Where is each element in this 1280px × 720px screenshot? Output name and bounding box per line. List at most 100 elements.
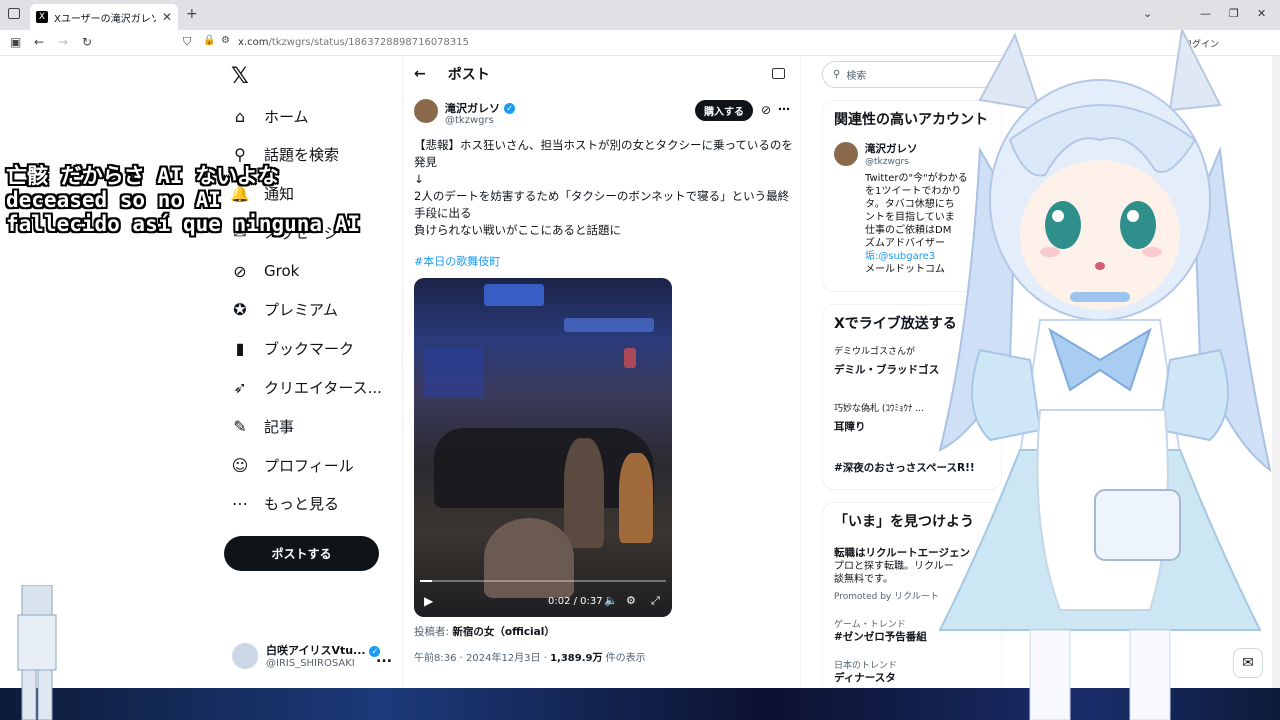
- grok-icon: ⊘: [233, 261, 247, 281]
- nav-grok[interactable]: ⊘ Grok: [230, 258, 299, 284]
- subtitle-line: fallecido así que ninguna AI: [6, 212, 361, 236]
- home-icon: ⌂: [234, 106, 246, 126]
- post-meta: 午前8:36 · 2024年12月3日 · 1,389.9万 件の表示: [414, 649, 646, 664]
- video-time: 0:02 / 0:37: [548, 596, 603, 607]
- nav-articles[interactable]: ✎ 記事: [230, 413, 294, 439]
- window-close-icon[interactable]: ✕: [1257, 7, 1266, 20]
- account-switcher[interactable]: 白咲アイリスVtu... ✓ @IRIS_SHIROSAKI: [232, 642, 381, 669]
- post-header: ← ポスト: [414, 64, 490, 84]
- nav-label: プロフィール: [264, 456, 354, 475]
- video-frame-person: [484, 518, 574, 598]
- video-player[interactable]: ▶ 0:02 / 0:37 🔈 ⚙ ⤢: [414, 278, 672, 617]
- video-frame-person: [619, 453, 653, 543]
- vtuber-avatar-illustration: [938, 30, 1272, 720]
- post-button[interactable]: ポストする: [224, 536, 379, 571]
- nav-premium[interactable]: ✪ プレミアム: [230, 296, 338, 322]
- nav-creator-studio[interactable]: ➶ クリエイタース...: [230, 374, 382, 400]
- nav-bookmarks[interactable]: ▮ ブックマーク: [230, 335, 354, 361]
- nav-label: ホーム: [264, 107, 309, 126]
- maximize-icon[interactable]: ❐: [1229, 7, 1239, 20]
- mini-character-illustration: [17, 585, 57, 720]
- tweet-line: ↓: [414, 172, 424, 186]
- author-handle[interactable]: @tkzwgrs: [445, 115, 494, 126]
- back-icon[interactable]: ←: [34, 35, 44, 49]
- tweet-line: 2人のデートを妨害するため「タクシーのボンネットで寝る」という最終: [414, 189, 790, 203]
- url-path: /tkzwgrs/status/1863728898716078315: [268, 37, 469, 48]
- avatar: [232, 642, 258, 669]
- browser-tabbar: X Xユーザーの滝沢ガレソさん:「【悲報】 ✕ + ⌄ — ❐ ✕: [0, 0, 1280, 30]
- tab-menu-chevron-icon[interactable]: ⌄: [1143, 7, 1152, 20]
- video-progress-bar[interactable]: [420, 580, 666, 582]
- related-avatar[interactable]: [834, 142, 858, 166]
- author-avatar[interactable]: [414, 99, 438, 123]
- rocket-icon: ➶: [233, 377, 247, 397]
- column-divider: [800, 56, 801, 720]
- settings-gear-icon[interactable]: ⚙: [626, 594, 636, 607]
- profile-icon: ☺: [231, 455, 249, 475]
- reader-view-icon[interactable]: [772, 68, 785, 79]
- sidebar-toggle-icon[interactable]: ▣: [10, 35, 21, 49]
- article-icon: ✎: [233, 416, 247, 436]
- nav-profile[interactable]: ☺ プロフィール: [230, 452, 354, 478]
- tab-title: Xユーザーの滝沢ガレソさん:「【悲報】: [54, 13, 156, 25]
- grok-explain-icon[interactable]: ⊘: [761, 103, 771, 117]
- shield-icon[interactable]: ⛉: [183, 35, 191, 49]
- live-host[interactable]: デミウルゴスさんが: [834, 344, 915, 357]
- trend-item[interactable]: ディナースタ: [834, 670, 896, 685]
- video-frame-person: [564, 438, 604, 548]
- account-more-icon[interactable]: ...: [376, 650, 392, 666]
- tweet-text: 【悲報】ホス狂いさん、担当ホストが別の女とタクシーに乗っているのを 発見 ↓ 2…: [414, 137, 794, 239]
- video-frame-light: [624, 348, 636, 368]
- lock-icon[interactable]: 🔒: [203, 35, 215, 46]
- subtitle-line: deceased so no AI: [6, 188, 221, 212]
- back-arrow-icon[interactable]: ←: [414, 66, 426, 82]
- nav-label: 話題を検索: [264, 145, 340, 164]
- tab-close-icon[interactable]: ✕: [162, 10, 172, 24]
- browser-tab[interactable]: X Xユーザーの滝沢ガレソさん:「【悲報】 ✕: [30, 4, 178, 30]
- nav-more[interactable]: ⋯ もっと見る: [230, 490, 339, 516]
- trend-item[interactable]: #ゼンゼロ予告番組: [834, 629, 927, 644]
- forward-icon[interactable]: →: [58, 35, 68, 49]
- video-frame-light: [484, 284, 544, 306]
- search-placeholder: 検索: [846, 71, 867, 82]
- more-options-icon[interactable]: ⋯: [778, 102, 790, 116]
- buy-button[interactable]: 購入する: [695, 100, 753, 121]
- ad-body: 談無料です。: [834, 574, 893, 585]
- post-timestamp[interactable]: 午前8:36 · 2024年12月3日 ·: [414, 653, 550, 664]
- poster-name[interactable]: 新宿の女（official）: [452, 626, 554, 638]
- premium-badge-icon: ✪: [233, 299, 247, 319]
- view-suffix: 件の表示: [602, 653, 646, 664]
- tweet-line: 発見: [414, 155, 437, 169]
- nav-home[interactable]: ⌂ ホーム: [230, 103, 309, 129]
- hashtag-link[interactable]: #本日の歌舞伎町: [414, 253, 500, 269]
- permissions-icon[interactable]: ⚙: [221, 35, 230, 46]
- reload-icon[interactable]: ↻: [82, 35, 92, 49]
- related-name[interactable]: 滝沢ガレソ: [865, 141, 918, 156]
- column-divider: [402, 56, 403, 720]
- volume-icon[interactable]: 🔈: [604, 594, 618, 607]
- new-tab-button[interactable]: +: [186, 6, 198, 22]
- nav-label: 記事: [264, 417, 295, 436]
- nav-label: ブックマーク: [264, 339, 355, 358]
- nav-label: クリエイタース...: [264, 378, 382, 397]
- play-icon[interactable]: ▶: [424, 594, 433, 608]
- url-field[interactable]: x.com/tkzwgrs/status/1863728898716078315: [238, 37, 469, 48]
- tweet-line: 負けられない戦いがここにあると話題に: [414, 223, 621, 237]
- nav-label: もっと見る: [264, 494, 340, 513]
- tab-list-icon[interactable]: [8, 8, 20, 19]
- fullscreen-icon[interactable]: ⤢: [651, 594, 660, 608]
- x-favicon-icon: X: [36, 11, 48, 23]
- bookmark-icon: ▮: [235, 338, 245, 358]
- live-host[interactable]: 巧妙な偽札 (ｺｳﾐｮｳﾅ ...: [834, 401, 924, 414]
- related-handle[interactable]: @tkzwgrs: [865, 157, 909, 167]
- url-host: x.com: [238, 37, 269, 48]
- x-logo-icon[interactable]: 𝕏: [231, 64, 249, 89]
- page-title: ポスト: [447, 67, 490, 83]
- author-name[interactable]: 滝沢ガレソ ✓: [445, 100, 515, 116]
- messages-drawer-icon[interactable]: ✉: [1233, 648, 1263, 678]
- minimize-icon[interactable]: —: [1200, 7, 1211, 20]
- verified-badge-icon: ✓: [504, 102, 515, 114]
- more-circle-icon: ⋯: [232, 493, 248, 513]
- live-item-title[interactable]: 耳障り: [834, 419, 866, 434]
- subtitle-line: 亡骸 だからさ AI ないよな: [6, 164, 279, 188]
